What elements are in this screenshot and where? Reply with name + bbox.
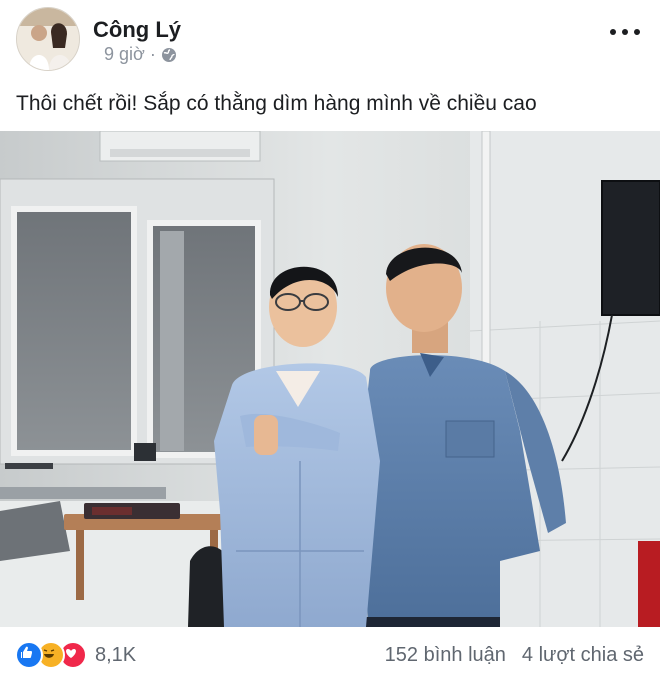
avatar[interactable] bbox=[16, 7, 80, 71]
post-text: Thôi chết rồi! Sắp có thằng dìm hàng mìn… bbox=[16, 92, 537, 115]
post-meta: 9 giờ · bbox=[104, 44, 177, 65]
like-icon bbox=[15, 641, 43, 669]
author-name[interactable]: Công Lý bbox=[93, 17, 181, 43]
more-options-button[interactable] bbox=[610, 22, 640, 42]
more-dot-icon bbox=[610, 29, 616, 35]
avatar-photo bbox=[17, 8, 79, 70]
post-photo[interactable] bbox=[0, 131, 660, 627]
post-header: Công Lý 9 giờ · bbox=[0, 0, 660, 80]
hospital-room-photo bbox=[0, 131, 660, 627]
engagement-stats: 152 bình luận 4 lượt chia sẻ bbox=[385, 644, 644, 667]
comments-count[interactable]: 152 bình luận bbox=[385, 644, 506, 667]
reaction-count: 8,1K bbox=[95, 643, 137, 666]
more-dot-icon bbox=[622, 29, 628, 35]
globe-icon bbox=[161, 47, 176, 62]
more-dot-icon bbox=[634, 29, 640, 35]
reactions-summary[interactable]: 8,1K bbox=[15, 641, 136, 669]
post-time[interactable]: 9 giờ bbox=[104, 44, 145, 65]
post-footer: 8,1K 152 bình luận 4 lượt chia sẻ bbox=[0, 627, 660, 678]
separator-dot: · bbox=[149, 44, 156, 64]
shares-count[interactable]: 4 lượt chia sẻ bbox=[522, 644, 644, 667]
